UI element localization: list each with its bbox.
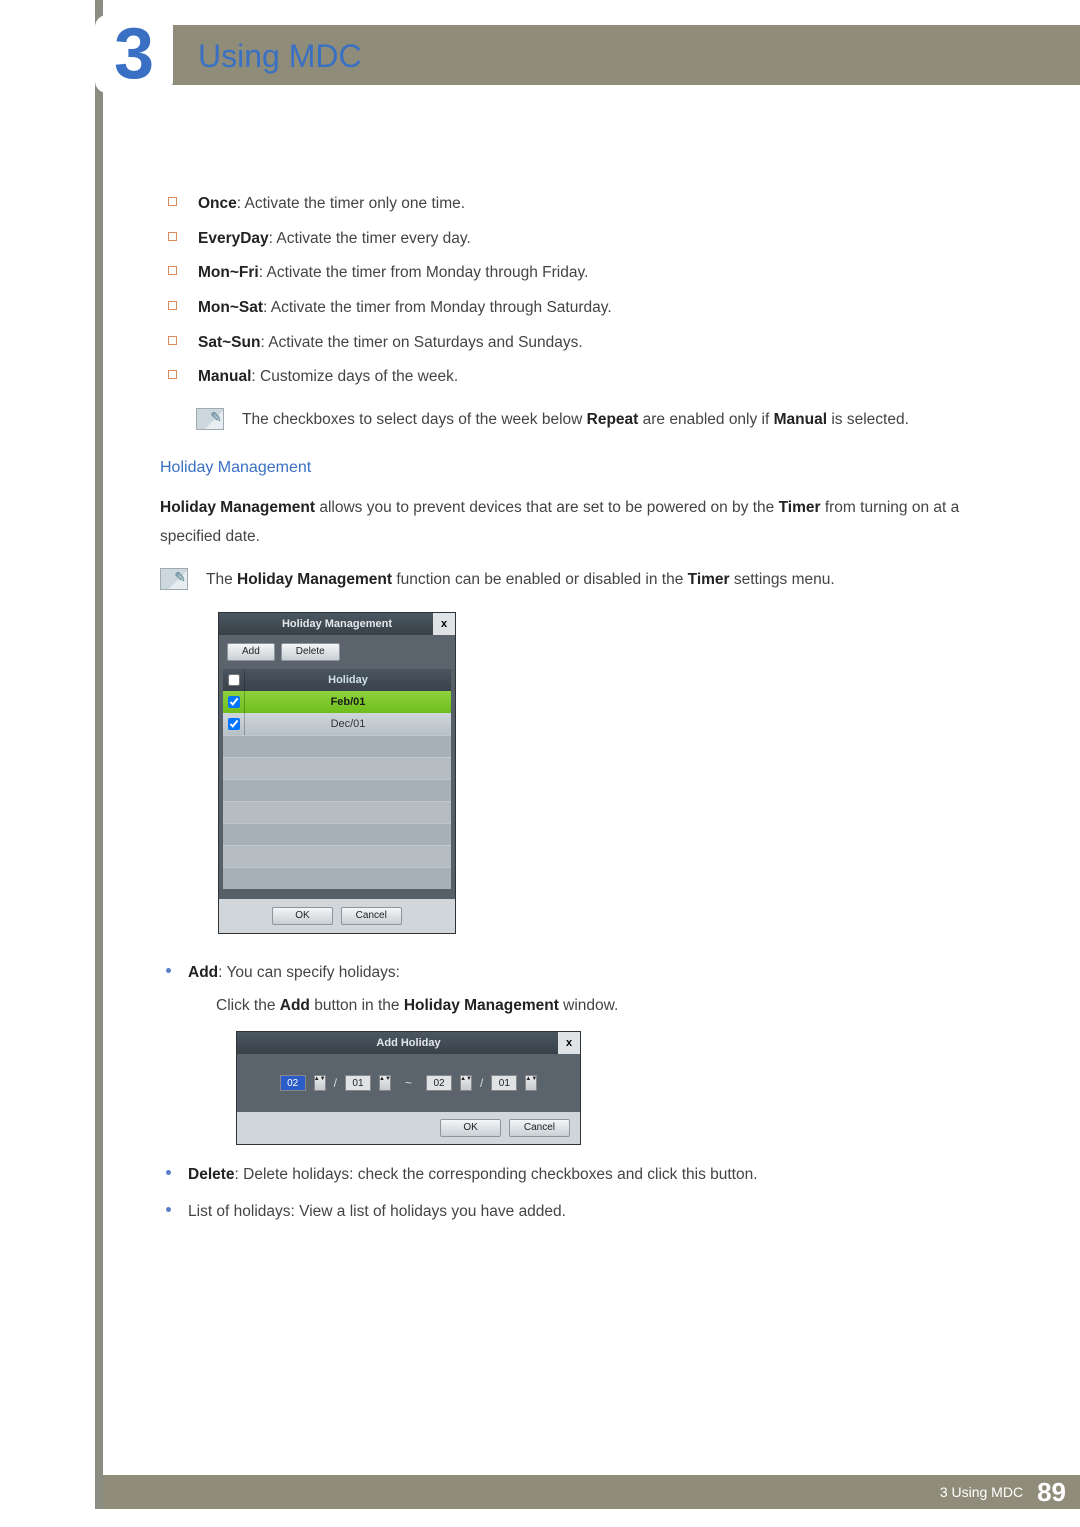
delete-bullet: Delete: Delete holidays: check the corre… [188,1161,970,1190]
hm-footer: OK Cancel [219,899,455,933]
hm-delete-button[interactable]: Delete [281,643,340,661]
hm-row-empty [223,779,451,801]
tilde-separator: ~ [405,1072,412,1094]
hm-header-checkbox-cell [223,669,245,691]
holiday-bullet-list: Add: You can specify holidays: Click the… [160,959,970,1226]
note-text: The Holiday Management function can be e… [206,566,835,595]
timer-option: EveryDay: Activate the timer every day. [198,225,970,254]
holiday-management-dialog: Holiday Management x Add Delete Holiday … [218,612,456,934]
footer-page-number: 89 [1037,1477,1066,1508]
holiday-paragraph: Holiday Management allows you to prevent… [160,494,970,551]
hm-ok-button[interactable]: OK [272,907,332,925]
spinner-icon[interactable]: ▲▼ [314,1075,326,1091]
ah-body: 02 ▲▼ / 01 ▲▼ ~ 02 ▲▼ / 01 ▲▼ [237,1054,580,1112]
ah-end-month-field[interactable]: 02 [426,1075,452,1091]
add-holiday-dialog: Add Holiday x 02 ▲▼ / 01 ▲▼ ~ 02 ▲▼ / 01… [236,1031,581,1145]
page-content: Once: Activate the timer only one time. … [160,190,970,1234]
add-bullet: Add: You can specify holidays: Click the… [188,959,970,1145]
page-footer: 3 Using MDC 89 [103,1475,1080,1509]
ah-start-month-field[interactable]: 02 [280,1075,306,1091]
hm-row-checkbox[interactable] [228,718,240,730]
ah-start-day-field[interactable]: 01 [345,1075,371,1091]
footer-label: 3 Using MDC [940,1484,1023,1500]
hm-row-empty [223,757,451,779]
spinner-icon[interactable]: ▲▼ [460,1075,472,1091]
ah-ok-button[interactable]: OK [440,1119,500,1137]
spinner-icon[interactable]: ▲▼ [379,1075,391,1091]
hm-title-label: Holiday Management [282,618,392,630]
hm-table: Holiday Feb/01 Dec/01 [223,669,451,889]
hm-row-empty [223,867,451,889]
add-bullet-line2: Click the Add button in the Holiday Mana… [188,992,970,1021]
timer-option: Sat~Sun: Activate the timer on Saturdays… [198,329,970,358]
ah-cancel-button[interactable]: Cancel [509,1119,570,1137]
chapter-title: Using MDC [198,38,362,75]
hm-row-empty [223,735,451,757]
hm-select-all-checkbox[interactable] [228,674,240,686]
note-text: The checkboxes to select days of the wee… [242,406,909,435]
holiday-heading: Holiday Management [160,453,970,483]
ah-title-label: Add Holiday [376,1037,440,1049]
timer-options-list: Once: Activate the timer only one time. … [160,190,970,392]
hm-cancel-button[interactable]: Cancel [341,907,402,925]
hm-title-bar: Holiday Management x [219,613,455,635]
close-icon[interactable]: x [433,613,455,635]
hm-row-checkbox[interactable] [228,696,240,708]
note-icon [160,568,188,590]
note-repeat-manual: The checkboxes to select days of the wee… [196,406,970,435]
timer-option: Mon~Fri: Activate the timer from Monday … [198,259,970,288]
hm-row-empty [223,845,451,867]
close-icon[interactable]: x [558,1032,580,1054]
hm-row[interactable]: Feb/01 [223,691,451,713]
left-accent-bar [95,0,103,1527]
ah-end-day-field[interactable]: 01 [491,1075,517,1091]
list-bullet: List of holidays: View a list of holiday… [188,1198,970,1227]
ah-footer: OK Cancel [237,1112,580,1144]
hm-row[interactable]: Dec/01 [223,713,451,735]
hm-row-empty [223,823,451,845]
timer-option: Manual: Customize days of the week. [198,363,970,392]
hm-row-empty [223,801,451,823]
hm-header-row: Holiday [223,669,451,691]
slash-separator: / [334,1072,337,1094]
spinner-icon[interactable]: ▲▼ [525,1075,537,1091]
chapter-number: 3 [114,18,154,90]
hm-add-button[interactable]: Add [227,643,275,661]
hm-row-label: Feb/01 [245,691,451,713]
timer-option: Once: Activate the timer only one time. [198,190,970,219]
chapter-badge: 3 [95,15,173,93]
note-icon [196,408,224,430]
hm-row-label: Dec/01 [245,713,451,735]
holiday-note: The Holiday Management function can be e… [160,566,970,595]
slash-separator: / [480,1072,483,1094]
hm-toolbar: Add Delete [219,635,455,669]
hm-header-label: Holiday [245,669,451,691]
timer-option: Mon~Sat: Activate the timer from Monday … [198,294,970,323]
ah-title-bar: Add Holiday x [237,1032,580,1054]
